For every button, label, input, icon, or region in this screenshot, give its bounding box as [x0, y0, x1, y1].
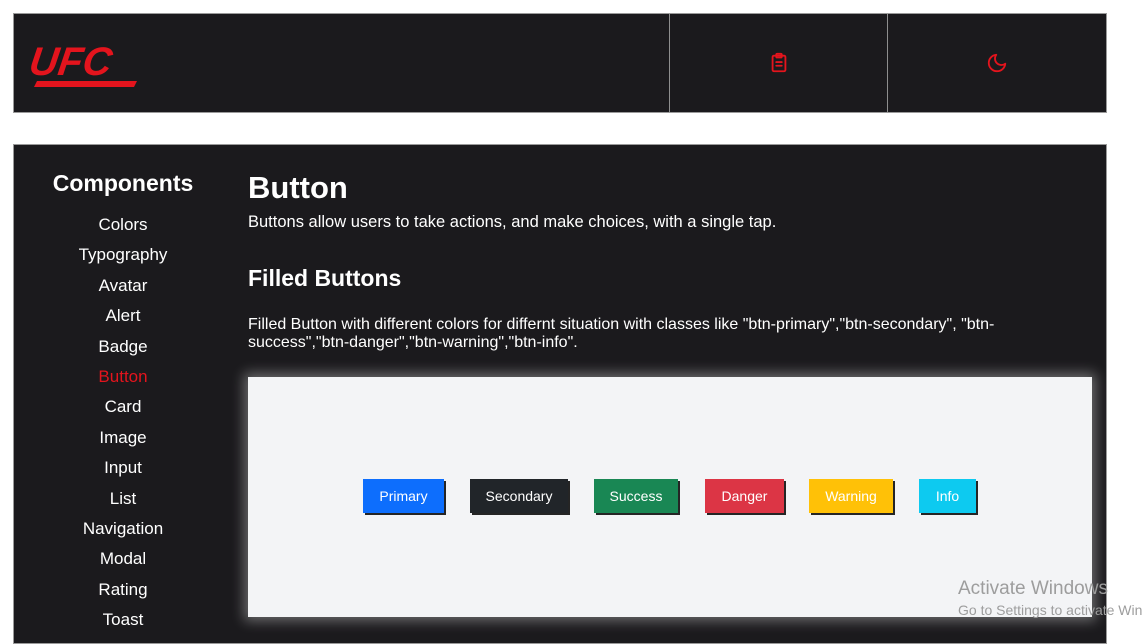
watermark-subtitle: Go to Settings to activate Windows.	[958, 602, 1143, 618]
page-title: Button	[248, 170, 348, 205]
clipboard-button[interactable]	[670, 14, 888, 112]
warning-button[interactable]: Warning	[809, 479, 893, 513]
ufc-logo[interactable]: UFC	[31, 38, 139, 88]
moon-icon	[987, 53, 1007, 73]
primary-button[interactable]: Primary	[363, 479, 444, 513]
sidebar-nav: Colors Typography Avatar Alert Badge But…	[14, 215, 232, 640]
windows-activation-watermark: Activate Windows Go to Settings to activ…	[958, 578, 1143, 618]
main-panel: Components Colors Typography Avatar Aler…	[13, 144, 1107, 644]
sidebar-item-colors[interactable]: Colors	[14, 215, 232, 245]
info-button[interactable]: Info	[919, 479, 976, 513]
page-description: Buttons allow users to take actions, and…	[248, 213, 777, 231]
danger-button[interactable]: Danger	[705, 479, 784, 513]
sidebar-item-toast[interactable]: Toast	[14, 610, 232, 640]
sidebar-title: Components	[52, 170, 194, 196]
sidebar-item-image[interactable]: Image	[14, 428, 232, 458]
sidebar-item-avatar[interactable]: Avatar	[14, 276, 232, 306]
section-title: Filled Buttons	[248, 265, 402, 291]
clipboard-icon	[771, 52, 787, 73]
sidebar-item-card[interactable]: Card	[14, 397, 232, 427]
logo-text: UFC	[31, 39, 116, 84]
watermark-title: Activate Windows	[958, 578, 1108, 599]
sidebar-item-alert[interactable]: Alert	[14, 306, 232, 336]
theme-toggle-button[interactable]	[888, 14, 1106, 112]
sidebar-item-button[interactable]: Button	[14, 367, 232, 397]
sidebar-item-rating[interactable]: Rating	[14, 580, 232, 610]
sidebar-item-navigation[interactable]: Navigation	[14, 519, 232, 549]
sidebar-item-input[interactable]: Input	[14, 458, 232, 488]
sidebar-item-modal[interactable]: Modal	[14, 549, 232, 579]
sidebar-item-typography[interactable]: Typography	[14, 245, 232, 275]
sidebar-item-badge[interactable]: Badge	[14, 337, 232, 367]
sidebar-item-list[interactable]: List	[14, 489, 232, 519]
section-description: Filled Button with different colors for …	[248, 316, 995, 351]
top-navbar: UFC	[13, 13, 1107, 113]
success-button[interactable]: Success	[594, 479, 678, 513]
secondary-button[interactable]: Secondary	[470, 479, 568, 513]
